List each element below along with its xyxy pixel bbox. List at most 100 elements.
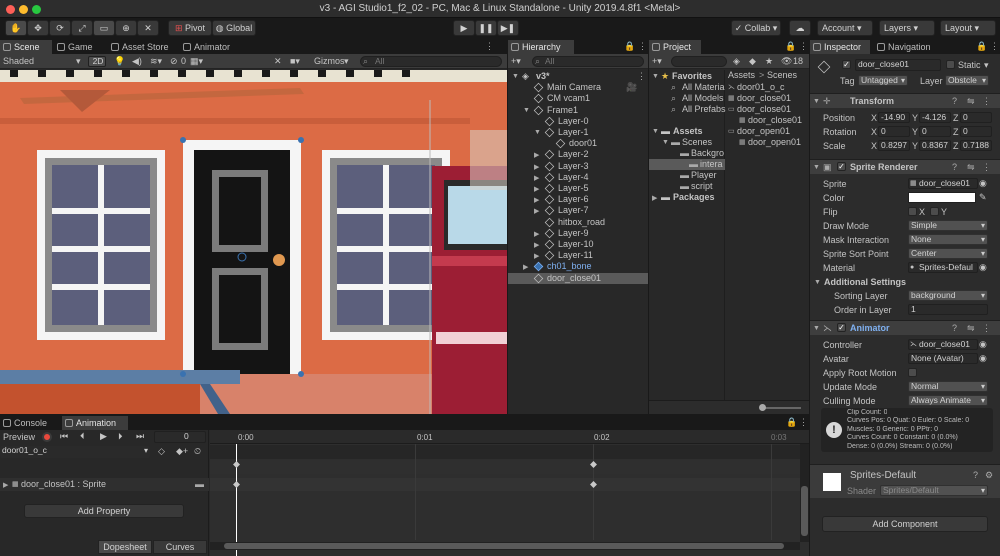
hand-tool-icon[interactable]: ✋ [5, 20, 27, 36]
panel-menu-icon[interactable]: ⋮ [485, 41, 494, 52]
shader-dropdown[interactable]: Sprites/Default [880, 485, 988, 496]
fold-arrow-icon[interactable]: ▶ [534, 207, 539, 215]
hierarchy-item[interactable]: ▶ Layer-11 [508, 250, 648, 261]
packages-folder[interactable]: Packages [673, 192, 715, 203]
folder-item[interactable]: ▼ ▬ Scenes [649, 137, 725, 148]
icon-size-slider[interactable] [761, 407, 801, 409]
create-dropdown[interactable]: +▾ [652, 56, 662, 67]
fold-arrow-icon[interactable]: ▶ [534, 241, 539, 249]
sprite-renderer-header[interactable]: ▼ ▣ ✓ Sprite Renderer ? ⇋ ⋮ [810, 159, 1000, 174]
hierarchy-item[interactable]: Layer-0 [508, 116, 648, 127]
create-dropdown[interactable]: +▾ [511, 56, 521, 67]
hierarchy-item[interactable]: ▼ Frame1 [508, 105, 648, 116]
gizmos-dropdown[interactable]: Gizmos [314, 56, 345, 67]
camera-icon[interactable]: ■▾ [290, 56, 300, 67]
folder-item[interactable]: ▬ Backgro [649, 148, 725, 159]
property-lane[interactable] [210, 478, 809, 491]
lock-icon[interactable]: 🔒 [785, 41, 796, 52]
rotate-tool-icon[interactable]: ⟳ [49, 20, 71, 36]
tab-animator[interactable]: Animator [180, 40, 244, 54]
layout-dropdown[interactable]: Layout ▾ [940, 20, 996, 36]
position-y-field[interactable]: -4.126 [919, 112, 951, 123]
play-button[interactable]: ▶ [453, 20, 475, 36]
sprite-sort-point-dropdown[interactable]: Center [908, 248, 988, 259]
order-in-layer-field[interactable]: 1 [908, 304, 988, 315]
fold-arrow-icon[interactable]: ▼ [534, 129, 541, 136]
help-icon[interactable]: ? [952, 323, 957, 334]
filter-label-icon[interactable]: ◆ [749, 56, 756, 67]
hierarchy-item[interactable]: hitbox_road [508, 217, 648, 228]
object-picker-icon[interactable]: ◉ [979, 262, 987, 273]
favorites-header[interactable]: Favorites [672, 71, 712, 82]
hierarchy-item[interactable]: ▶ Layer-5 [508, 183, 648, 194]
rect-tool-icon[interactable]: ▭ [93, 20, 115, 36]
asset-file[interactable]: ▦ door_open01 [726, 137, 809, 148]
scene-viewport[interactable] [0, 70, 507, 414]
tools-icon[interactable]: ✕ [274, 56, 282, 67]
transform-header[interactable]: ▼ ✛ Transform ? ⇋ ⋮ [810, 93, 1000, 108]
tab-inspector[interactable]: Inspector [810, 40, 870, 54]
hierarchy-item[interactable]: ▶ Layer-6 [508, 194, 648, 205]
mode-2d-toggle[interactable]: 2D [88, 56, 106, 67]
add-keyframe-icon[interactable]: ◇ [158, 446, 165, 457]
assets-folder[interactable]: Assets [673, 126, 703, 137]
project-search-input[interactable] [671, 56, 727, 67]
layers-dropdown[interactable]: Layers ▾ [879, 20, 935, 36]
object-picker-icon[interactable]: ◉ [979, 178, 987, 189]
fold-arrow-icon[interactable]: ▶ [534, 174, 539, 182]
panel-menu-icon[interactable]: ⋮ [799, 417, 808, 428]
hierarchy-item[interactable]: ▶ Layer-3 [508, 161, 648, 172]
next-keyframe-button[interactable]: ⏵ [118, 431, 123, 442]
hierarchy-item[interactable]: ▶ ch01_bone [508, 261, 648, 272]
animator-enabled-checkbox[interactable]: ✓ [837, 323, 846, 332]
asset-file[interactable]: ▭ door_close01 [726, 104, 809, 115]
timeline-area[interactable]: 0:00 0:01 0:02 0:03 [210, 430, 809, 556]
hierarchy-item[interactable]: ▶ Layer-4 [508, 172, 648, 183]
lock-icon[interactable]: 🔒 [786, 417, 797, 428]
color-swatch[interactable] [908, 192, 976, 203]
rotation-y-field[interactable]: 0 [919, 126, 951, 137]
icon-size-slider-thumb[interactable] [759, 404, 766, 411]
preset-icon[interactable]: ⇋ [967, 323, 975, 334]
collab-dropdown[interactable]: ✓ Collab ▾ [731, 20, 781, 36]
tab-console[interactable]: Console [0, 416, 58, 430]
hierarchy-item[interactable]: ▼ ◈ v3* ⋮ [508, 71, 648, 82]
dopesheet-tab[interactable]: Dopesheet [98, 540, 152, 554]
tab-project[interactable]: Project [649, 40, 701, 54]
scrollbar-thumb[interactable] [224, 543, 784, 549]
pause-button[interactable]: ❚❚ [475, 20, 497, 36]
static-dropdown-icon[interactable]: ▾ [984, 60, 989, 71]
event-lane[interactable] [210, 445, 809, 459]
asset-file[interactable]: ▦ door_close01 [726, 93, 809, 104]
lock-icon[interactable]: 🔒 [624, 41, 635, 52]
prev-keyframe-button[interactable]: ⏴ [80, 431, 85, 442]
layer-dropdown[interactable]: Obstcle [945, 75, 989, 86]
fold-arrow-icon[interactable]: ▶ [523, 263, 528, 271]
favorites-item[interactable]: ⌕ All Materia [649, 82, 725, 93]
preset-icon[interactable]: ⇋ [967, 162, 975, 173]
hierarchy-item[interactable]: Main Camera 🎥 [508, 82, 648, 93]
hierarchy-item[interactable]: CM vcam1 [508, 93, 648, 104]
hierarchy-item[interactable]: ▶ Layer-10 [508, 239, 648, 250]
component-menu-icon[interactable]: ⋮ [982, 162, 991, 173]
move-tool-icon[interactable]: ✥ [27, 20, 49, 36]
pivot-toggle[interactable]: ⊞ Pivot [168, 20, 212, 36]
fold-arrow-icon[interactable]: ▼ [813, 98, 820, 105]
effects-icon[interactable]: ≋▾ [150, 56, 162, 67]
filter-type-icon[interactable]: ◈ [733, 56, 740, 67]
add-event-icon[interactable]: ◆+ [176, 446, 188, 457]
tab-animation[interactable]: Animation [62, 416, 128, 430]
transform-tool-icon[interactable]: ⊕ [115, 20, 137, 36]
avatar-field[interactable]: None (Avatar) [908, 353, 978, 364]
favorites-item[interactable]: ⌕ All Prefabs [649, 104, 726, 115]
fold-arrow-icon[interactable]: ▼ [662, 139, 669, 146]
play-animation-button[interactable]: ▶ [100, 431, 107, 442]
animator-header[interactable]: ▼ ⋋ ✓ Animator ? ⇋ ⋮ [810, 320, 1000, 335]
fold-arrow-icon[interactable]: ▶ [534, 151, 539, 159]
mask-interaction-dropdown[interactable]: None [908, 234, 988, 245]
help-icon[interactable]: ? [952, 96, 957, 107]
update-mode-dropdown[interactable]: Normal [908, 381, 988, 392]
tab-game[interactable]: Game [54, 40, 108, 54]
fold-arrow-icon[interactable]: ▼ [813, 325, 820, 332]
draw-mode-dropdown[interactable]: Simple [908, 220, 988, 231]
